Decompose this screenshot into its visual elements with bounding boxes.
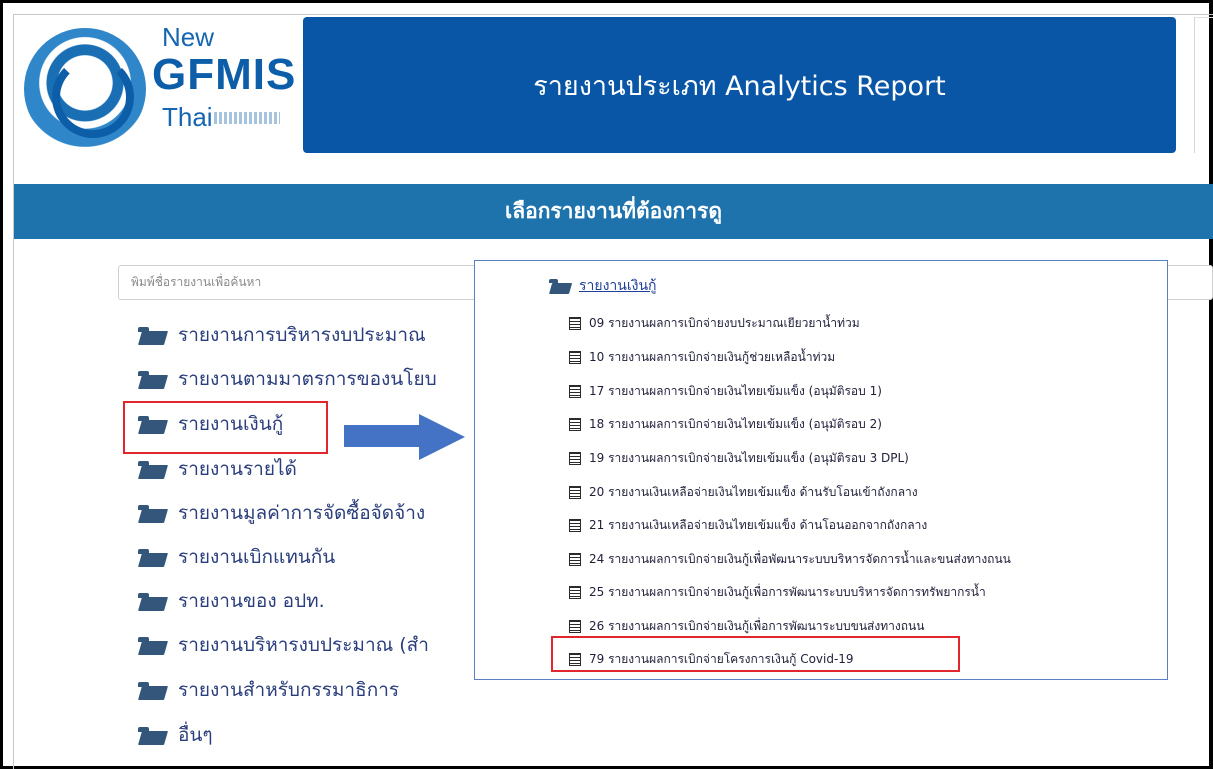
report-item-09[interactable]: 09 รายงานผลการเบิกจ่ายงบประมาณเยียวยาน้ำ… [569, 314, 860, 333]
folder-label: รายงานการบริหารงบประมาณ [178, 324, 426, 346]
report-icon [569, 486, 581, 499]
report-label: 18 รายงานผลการเบิกจ่ายเงินไทยเข้มแข็ง (อ… [589, 417, 882, 431]
logo-new-text: New [162, 22, 215, 52]
report-icon [569, 317, 581, 330]
arrow-right-icon [344, 425, 420, 447]
folder-icon [138, 459, 166, 479]
report-icon [569, 586, 581, 599]
report-label: 09 รายงานผลการเบิกจ่ายงบประมาณเยียวยาน้ำ… [589, 316, 860, 330]
page-title: รายงานประเภท Analytics Report [533, 70, 946, 102]
folder-label: รายงานเบิกแทนกัน [178, 546, 336, 568]
report-label: 20 รายงานเงินเหลือจ่ายเงินไทยเข้มแข็ง ด้… [589, 485, 918, 499]
logo-gfmis-text: GFMIS [152, 50, 297, 99]
folder-icon [138, 725, 166, 745]
arrow-head-icon [419, 414, 465, 460]
highlight-box-covid-report [551, 636, 960, 672]
report-icon [569, 553, 581, 566]
gfmis-logo: New GFMIS Thai [20, 16, 300, 156]
report-icon [569, 385, 581, 398]
report-icon [569, 452, 581, 465]
folder-icon [138, 547, 166, 567]
report-icon [569, 418, 581, 431]
folder-item-policy-measures[interactable]: รายงานตามมาตรการของนโยบ [138, 364, 437, 394]
folder-item-cross-disbursement[interactable]: รายงานเบิกแทนกัน [138, 542, 335, 572]
folder-open-icon [549, 278, 571, 294]
report-item-20[interactable]: 20 รายงานเงินเหลือจ่ายเงินไทยเข้มแข็ง ด้… [569, 483, 918, 502]
popup-folder-header[interactable]: รายงานเงินกู้ [549, 275, 657, 297]
report-label: 21 รายงานเงินเหลือจ่ายเงินไทยเข้มแข็ง ด้… [589, 518, 928, 532]
folder-item-procurement[interactable]: รายงานมูลค่าการจัดซื้อจัดจ้าง [138, 498, 425, 528]
logo-thai-text: Thai [162, 102, 213, 132]
report-label: 10 รายงานผลการเบิกจ่ายเงินกู้ช่วยเหลือน้… [589, 350, 836, 364]
folder-icon [138, 591, 166, 611]
report-icon [569, 519, 581, 532]
folder-label: รายงานสำหรับกรรมาธิการ [178, 679, 400, 701]
folder-label: รายงานมูลค่าการจัดซื้อจัดจ้าง [178, 502, 426, 524]
report-icon [569, 351, 581, 364]
report-item-18[interactable]: 18 รายงานผลการเบิกจ่ายเงินไทยเข้มแข็ง (อ… [569, 415, 882, 434]
header-banner: รายงานประเภท Analytics Report [303, 17, 1176, 153]
folder-label: รายงานบริหารงบประมาณ (สำ [178, 634, 429, 656]
folder-item-budget-management[interactable]: รายงานการบริหารงบประมาณ [138, 320, 426, 350]
folder-item-committee[interactable]: รายงานสำหรับกรรมาธิการ [138, 675, 399, 705]
folder-icon [138, 680, 166, 700]
report-label: 25 รายงานผลการเบิกจ่ายเงินกู้เพื่อการพัฒ… [589, 585, 986, 599]
folder-icon [138, 369, 166, 389]
folder-icon [138, 635, 166, 655]
folder-item-local-admin[interactable]: รายงานของ อปท. [138, 586, 325, 616]
logo-tagline-graphic [214, 112, 280, 124]
highlight-box-loans-folder [123, 401, 328, 454]
folder-label: รายงานตามมาตรการของนโยบ [178, 368, 437, 390]
report-item-19[interactable]: 19 รายงานผลการเบิกจ่ายเงินไทยเข้มแข็ง (อ… [569, 449, 909, 468]
folder-item-budget-admin[interactable]: รายงานบริหารงบประมาณ (สำ [138, 630, 429, 660]
report-item-10[interactable]: 10 รายงานผลการเบิกจ่ายเงินกู้ช่วยเหลือน้… [569, 348, 835, 367]
report-item-26[interactable]: 26 รายงานผลการเบิกจ่ายเงินกู้เพื่อการพัฒ… [569, 617, 924, 636]
loan-reports-popup: รายงานเงินกู้ 09 รายงานผลการเบิกจ่ายงบปร… [474, 260, 1168, 680]
report-item-25[interactable]: 25 รายงานผลการเบิกจ่ายเงินกู้เพื่อการพัฒ… [569, 583, 986, 602]
emblem-icon [24, 28, 146, 150]
select-report-bar: เลือกรายงานที่ต้องการดู [14, 184, 1213, 239]
report-label: 26 รายงานผลการเบิกจ่ายเงินกู้เพื่อการพัฒ… [589, 619, 925, 633]
folder-label: รายงานของ อปท. [178, 590, 325, 612]
report-label: 19 รายงานผลการเบิกจ่ายเงินไทยเข้มแข็ง (อ… [589, 451, 909, 465]
report-item-17[interactable]: 17 รายงานผลการเบิกจ่ายเงินไทยเข้มแข็ง (อ… [569, 382, 882, 401]
report-label: 24 รายงานผลการเบิกจ่ายเงินกู้เพื่อพัฒนาร… [589, 552, 1011, 566]
report-item-21[interactable]: 21 รายงานเงินเหลือจ่ายเงินไทยเข้มแข็ง ด้… [569, 516, 927, 535]
report-label: 17 รายงานผลการเบิกจ่ายเงินไทยเข้มแข็ง (อ… [589, 384, 882, 398]
popup-folder-link[interactable]: รายงานเงินกู้ [579, 275, 657, 297]
report-icon [569, 620, 581, 633]
header-side-panel [1194, 17, 1213, 153]
folder-item-others[interactable]: อื่นๆ [138, 720, 213, 750]
folder-label: รายงานรายได้ [178, 458, 297, 480]
folder-item-revenue[interactable]: รายงานรายได้ [138, 454, 297, 484]
folder-icon [138, 325, 166, 345]
report-item-24[interactable]: 24 รายงานผลการเบิกจ่ายเงินกู้เพื่อพัฒนาร… [569, 550, 1011, 569]
select-report-title: เลือกรายงานที่ต้องการดู [505, 199, 722, 223]
folder-label: อื่นๆ [178, 724, 213, 746]
folder-icon [138, 503, 166, 523]
